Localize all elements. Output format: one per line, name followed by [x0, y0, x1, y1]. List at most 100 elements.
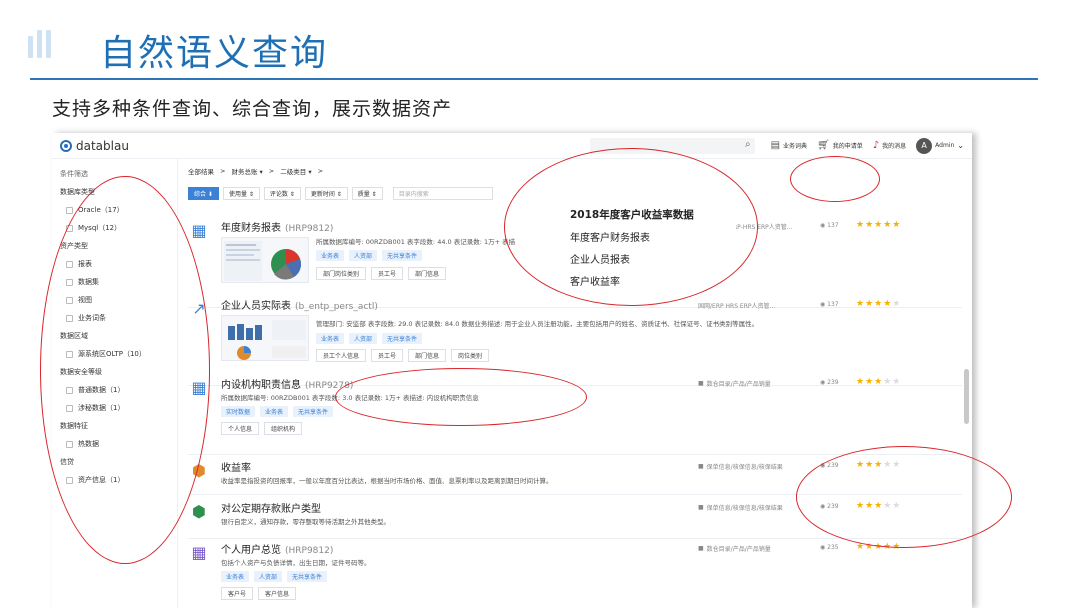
filter-group-title: 数据库类型: [60, 188, 95, 196]
filter-option[interactable]: 涉秘数据（1）: [60, 399, 169, 417]
eye-icon: ◉: [820, 462, 826, 469]
filter-option-label: 普通数据（1）: [78, 386, 125, 394]
sort-usage-button[interactable]: 使用量 ⇕: [222, 186, 260, 200]
folder-icon: ■: [698, 504, 704, 511]
field-tag[interactable]: 客户信息: [258, 587, 297, 600]
tag[interactable]: 业务表: [221, 571, 250, 582]
app-logo[interactable]: datablau: [60, 139, 129, 153]
scrollbar[interactable]: [964, 369, 969, 424]
suggestion-item[interactable]: 年度客户财务报表: [566, 225, 736, 247]
filter-option[interactable]: 数据集: [60, 273, 169, 291]
asset-item[interactable]: ▦ 内设机构职责信息 (HRP9278) 所属数据库编号: 00RZDB001 表…: [188, 376, 962, 446]
tag[interactable]: 业务表: [316, 250, 345, 261]
filter-option[interactable]: 业务词条: [60, 309, 169, 327]
asset-path: RP-HRS ERP人资管...: [733, 224, 793, 231]
asset-path: ■ 保单信息/核保信息/核保结果: [698, 463, 783, 471]
field-tag[interactable]: 员工号: [371, 267, 404, 280]
global-search-input[interactable]: ⌕: [589, 137, 755, 154]
field-tag[interactable]: 岗位类别: [451, 349, 490, 362]
filter-option-label: 数据集: [78, 278, 99, 286]
filter-option[interactable]: 资产信息（1）: [60, 471, 169, 489]
slide-subtitle: 支持多种条件查询、综合查询，展示数据资产: [52, 98, 453, 120]
sort-quality-button[interactable]: 质量 ⇕: [351, 186, 383, 200]
asset-title[interactable]: 收益率: [221, 459, 251, 474]
checkbox[interactable]: [66, 404, 73, 412]
filter-option[interactable]: 报表: [60, 255, 169, 273]
checkbox[interactable]: [66, 296, 73, 304]
search-icon[interactable]: ⌕: [745, 139, 751, 150]
tag[interactable]: 无共享条件: [382, 333, 423, 344]
sort-comments-button[interactable]: 评论数 ⇕: [263, 186, 301, 200]
asset-title[interactable]: 内设机构职责信息 (HRP9278): [221, 376, 353, 391]
asset-item[interactable]: ⬢ 对公定期存款账户类型 银行自定义，通知存款，零存整取等待活期之外其他类型。 …: [188, 500, 962, 536]
tag[interactable]: 人资部: [254, 571, 283, 582]
tag[interactable]: 人资部: [349, 333, 378, 344]
filter-sidebar: 条件筛选 数据库类型 Oracle（17） Mysql（12） 资产类型 报表 …: [52, 159, 178, 608]
asset-title[interactable]: 年度财务报表 (HRP9812): [221, 219, 333, 234]
breadcrumb-item[interactable]: 二级类目 ▾: [280, 166, 311, 176]
field-tag[interactable]: 员工个人信息: [316, 349, 367, 362]
tag[interactable]: 业务表: [260, 406, 289, 417]
catalog-search-input[interactable]: 目录内搜索: [392, 186, 493, 200]
folder-icon: ■: [698, 463, 704, 470]
user-menu[interactable]: A Admin ⌄: [916, 137, 964, 154]
asset-item[interactable]: ⬢ 收益率 收益率是指投资的回报率，一般以年度百分比表达，根据当时市场价格、面值…: [188, 459, 962, 495]
filter-option-label: 资产信息（1）: [78, 476, 125, 484]
eye-icon: ◉: [820, 301, 826, 308]
filter-group-title: 信贷: [60, 458, 74, 466]
nav-business-glossary[interactable]: ▤ 业务词典: [771, 140, 807, 151]
checkbox[interactable]: [66, 224, 73, 232]
app-topbar: datablau ⌕ ▤ 业务词典 🛒︎ 我的申请单 ♪ 我的消息 A Admi…: [52, 133, 972, 159]
field-tag[interactable]: 部门信息: [408, 349, 447, 362]
field-tag[interactable]: 个人信息: [221, 422, 260, 435]
sort-comprehensive-button[interactable]: 综合 ⬇: [188, 186, 219, 200]
asset-item[interactable]: ▦ 个人用户总览 (HRP9812) 包括个人资产与负债详情，出生日期，证件号码等…: [188, 541, 962, 608]
filter-option[interactable]: Oracle（17）: [60, 201, 169, 219]
tag[interactable]: 业务表: [316, 333, 345, 344]
breadcrumb-item[interactable]: 全部结果: [188, 166, 214, 176]
field-tag[interactable]: 组织机构: [264, 422, 303, 435]
filter-option[interactable]: 热数据: [60, 435, 169, 453]
asset-title[interactable]: 企业人员实际表 (b_entp_pers_actl): [221, 297, 378, 312]
asset-title[interactable]: 个人用户总览 (HRP9812): [221, 541, 333, 556]
tag[interactable]: 无共享条件: [287, 571, 328, 582]
field-tag[interactable]: 客户号: [221, 587, 254, 600]
table-icon: ▦: [191, 377, 207, 397]
tag[interactable]: 人资部: [349, 250, 378, 261]
checkbox[interactable]: [66, 314, 73, 322]
nav-my-messages[interactable]: ♪ 我的消息: [873, 140, 906, 151]
breadcrumb-item[interactable]: 财务总账 ▾: [231, 166, 262, 176]
checkbox[interactable]: [66, 386, 73, 394]
field-tag[interactable]: 部门岗位类别: [316, 267, 367, 280]
suggestion-item[interactable]: 企业人员报表: [566, 247, 736, 269]
checkbox[interactable]: [66, 260, 73, 268]
asset-title[interactable]: 对公定期存款账户类型: [221, 500, 321, 515]
field-tag[interactable]: 员工号: [371, 349, 404, 362]
eye-icon: ◉: [820, 503, 826, 510]
suggestion-item[interactable]: 2018年度客户收益率数据: [566, 203, 736, 225]
eye-icon: ◉: [820, 544, 826, 551]
suggestion-item[interactable]: 客户收益率: [566, 269, 736, 291]
grid-icon: ▦: [191, 542, 207, 562]
sort-updated-button[interactable]: 更新时间 ⇕: [304, 186, 348, 200]
asset-item[interactable]: ↗ 企业人员实际表(b_entp_pers_actl) 管理部门: 安监部 表: [188, 297, 962, 375]
checkbox[interactable]: [66, 476, 73, 484]
asset-meta: 管理部门: 安监部 表字段数: 29.0 表记录数: 84.0 数据业务描述: …: [316, 320, 759, 328]
checkbox[interactable]: [66, 350, 73, 358]
checkbox[interactable]: [66, 440, 73, 448]
report-icon: ↗: [192, 298, 206, 318]
checkbox[interactable]: [66, 278, 73, 286]
filter-option[interactable]: 普通数据（1）: [60, 381, 169, 399]
nav-label: 业务词典: [783, 143, 808, 150]
nav-my-requests[interactable]: 🛒︎ 我的申请单: [817, 140, 863, 151]
filter-option[interactable]: Mysql（12）: [60, 219, 169, 237]
field-tag[interactable]: 部门信息: [408, 267, 447, 280]
bell-icon: ♪: [872, 140, 880, 151]
tag[interactable]: 无共享条件: [293, 406, 334, 417]
filter-option[interactable]: 视图: [60, 291, 169, 309]
tag[interactable]: 实时数据: [221, 406, 256, 417]
filter-option[interactable]: 源系统区OLTP（10）: [60, 345, 169, 363]
tag[interactable]: 无共享条件: [382, 250, 423, 261]
filter-option-label: 视图: [78, 296, 92, 304]
checkbox[interactable]: [66, 206, 73, 214]
